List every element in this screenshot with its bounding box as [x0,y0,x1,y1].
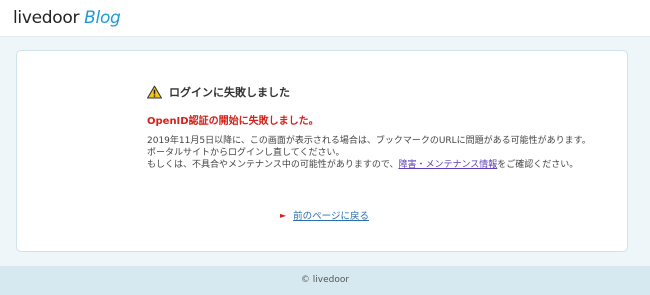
error-title-text: ログインに失敗しました [169,86,290,99]
logo-blog-text[interactable]: Blog [84,8,121,28]
error-description: 2019年11月5日以降に、この画面が表示される場合は、ブックマークのURLに問… [147,135,591,171]
site-header: livedoor Blog [0,0,650,37]
livedoor-blog-logo[interactable]: livedoor Blog [13,7,121,29]
maintenance-info-link[interactable]: 障害・メンテナンス情報 [398,160,497,170]
back-link-row: ► 前のページに戻る [280,208,369,223]
error-title: ログインに失敗しました [147,84,290,100]
site-footer: © livedoor [0,266,650,295]
description-line-1: 2019年11月5日以降に、この画面が表示される場合は、ブックマークのURLに問… [147,136,591,146]
description-line-2: ポータルサイトからログインし直してください。 [147,148,345,158]
chevron-right-icon: ► [280,210,287,220]
description-line-3-suffix: をご確認ください。 [497,160,579,170]
back-to-previous-page-link[interactable]: 前のページに戻る [293,208,369,222]
error-message: OpenID認証の開始に失敗しました。 [147,116,319,127]
description-line-3-prefix: もしくは、不具合やメンテナンス中の可能性がありますので、 [147,160,399,170]
copyright-text: © livedoor [300,275,350,285]
warning-icon [147,85,162,99]
error-card: ログインに失敗しました OpenID認証の開始に失敗しました。 2019年11月… [16,50,628,252]
logo-livedoor-text[interactable]: livedoor [13,8,79,28]
description-line-3: もしくは、不具合やメンテナンス中の可能性がありますので、障害・メンテナンス情報を… [147,159,591,171]
